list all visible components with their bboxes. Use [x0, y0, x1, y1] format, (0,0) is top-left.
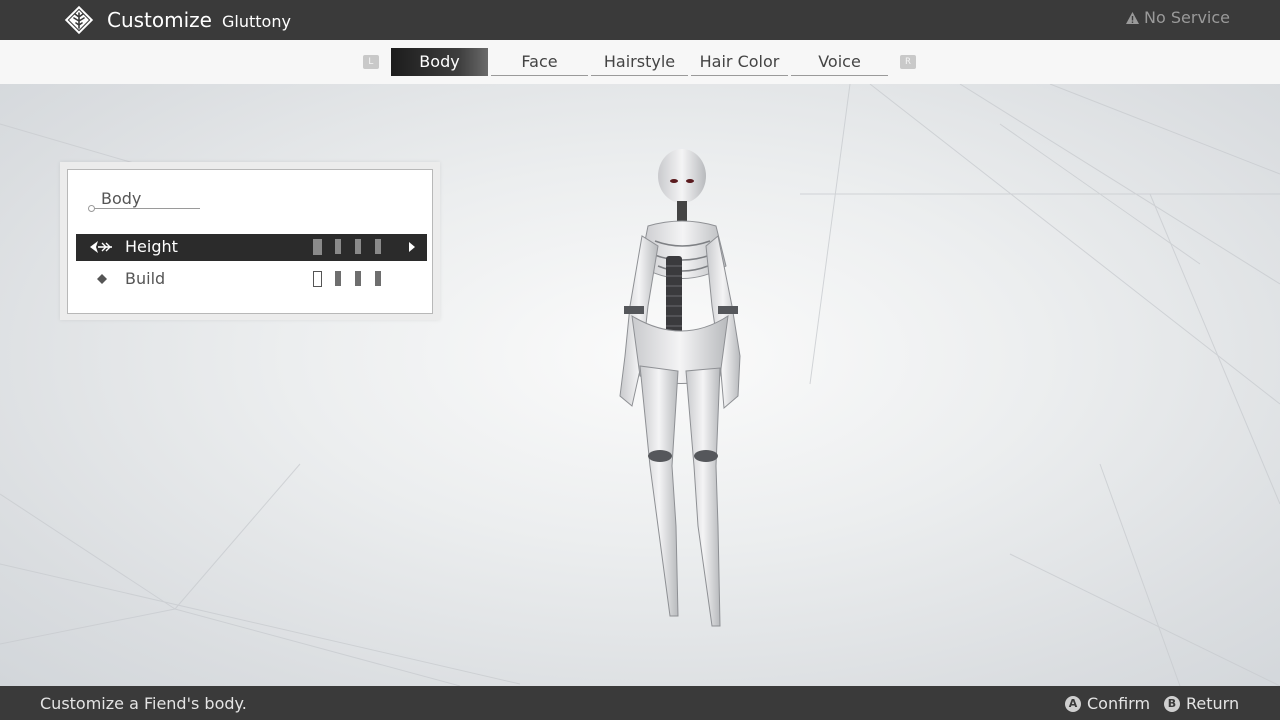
status-text: No Service [1144, 8, 1230, 27]
arrow-right-icon[interactable] [409, 242, 415, 252]
panel-title-dot [88, 205, 95, 212]
b-button-icon: B [1164, 696, 1180, 712]
cursor-emblem-icon [90, 241, 112, 253]
panel-title-underline [92, 208, 200, 209]
confirm-prompt[interactable]: A Confirm [1065, 694, 1150, 714]
option-height[interactable]: Height [76, 234, 427, 261]
level-bar [335, 271, 341, 286]
header-bar: Customize Gluttony No Service [0, 0, 1280, 40]
tab-bar: L Body Face Hairstyle Hair Color Voice R [0, 40, 1280, 84]
tab-voice[interactable]: Voice [791, 48, 888, 76]
shoulder-r-hint[interactable]: R [900, 55, 916, 69]
warning-icon [1126, 12, 1140, 24]
diamond-bullet-icon [97, 274, 107, 284]
customize-panel: Body Height Build [60, 162, 440, 320]
level-bar [355, 271, 361, 286]
return-label: Return [1186, 694, 1240, 713]
option-label: Height [125, 237, 178, 256]
tree-emblem-icon [64, 5, 94, 35]
tab-hair-color[interactable]: Hair Color [691, 48, 788, 76]
level-bar [335, 239, 341, 254]
fiend-name: Gluttony [222, 12, 291, 31]
tab-hairstyle[interactable]: Hairstyle [591, 48, 688, 76]
level-bar [375, 239, 381, 254]
tab-body[interactable]: Body [391, 48, 488, 76]
option-build[interactable]: Build [76, 266, 427, 293]
customize-panel-inner: Body Height Build [67, 169, 433, 314]
level-bar [313, 271, 322, 287]
page-title: Customize [107, 8, 212, 32]
character-preview: Body Height Build [0, 84, 1280, 686]
shoulder-l-hint[interactable]: L [363, 55, 379, 69]
panel-title: Body [101, 189, 142, 208]
footer-bar: Customize a Fiend's body. A Confirm B Re… [0, 686, 1280, 720]
level-bar [375, 271, 381, 286]
level-bar [355, 239, 361, 254]
return-prompt[interactable]: B Return [1164, 694, 1239, 714]
option-label: Build [125, 269, 166, 288]
fiend-model [619, 149, 741, 627]
confirm-label: Confirm [1087, 694, 1151, 713]
level-bar [313, 239, 322, 255]
network-status: No Service [1125, 8, 1230, 28]
help-text: Customize a Fiend's body. [40, 694, 247, 713]
a-button-icon: A [1065, 696, 1081, 712]
tab-face[interactable]: Face [491, 48, 588, 76]
